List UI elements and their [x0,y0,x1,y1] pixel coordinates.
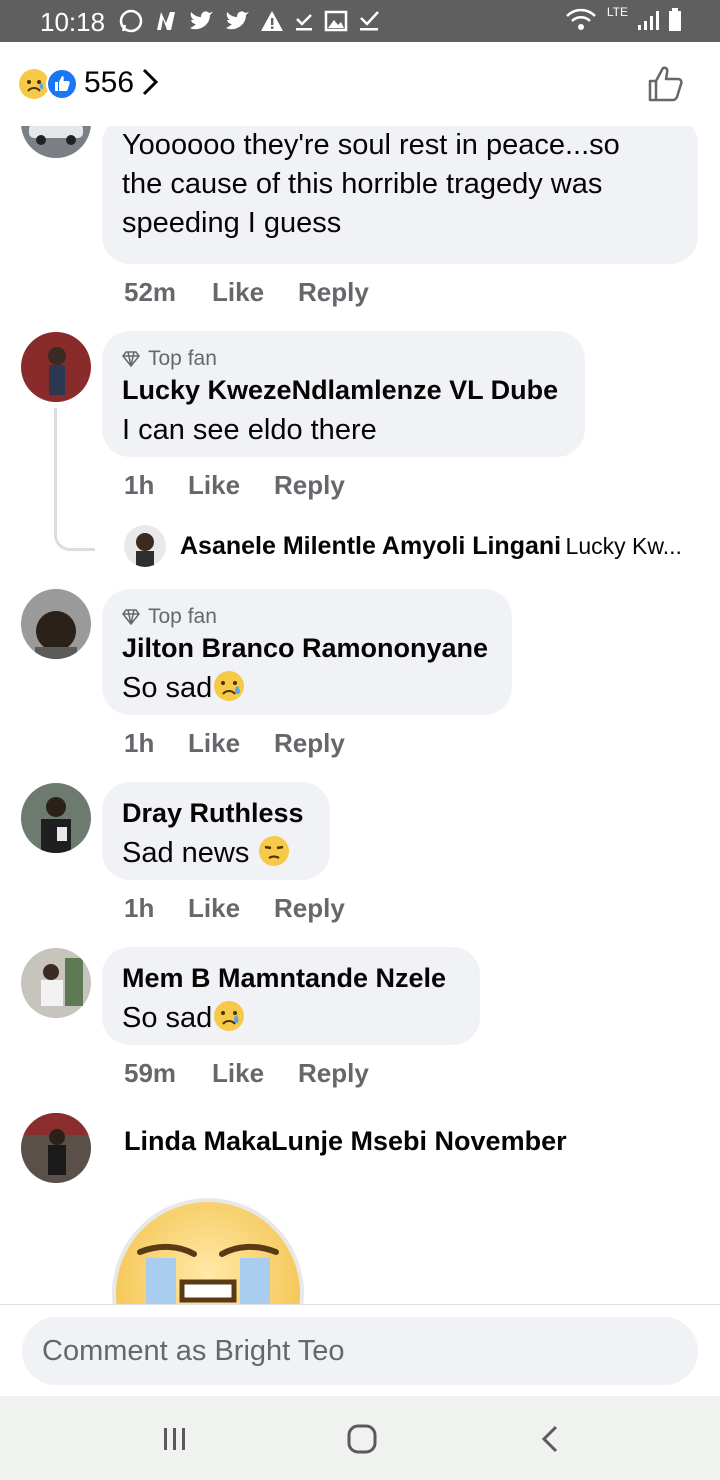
reply-button[interactable]: Reply [298,277,369,308]
avatar[interactable] [21,332,91,402]
network-type: LTE [606,5,628,19]
comment-text-line: speeding I guess [122,207,342,239]
chevron-right-icon[interactable] [140,66,160,98]
comment-time: 52m [124,277,177,307]
diamond-icon [122,351,140,367]
like-icon [46,68,78,100]
reply-button[interactable]: Reply [274,470,345,501]
avatar-image [21,332,91,402]
reply-thread-line [54,408,95,551]
comment-bubble[interactable]: Top fan Lucky KwezeNdlamlenze VL Dube I … [102,331,585,457]
top-fan-badge: Top fan [122,347,217,371]
reply-preview[interactable]: Asanele Milentle Amyoli Lingani Lucky Kw… [180,532,682,561]
whatsapp-icon [119,9,143,33]
like-button[interactable]: Like [188,470,240,501]
reactions-header: 556 [0,42,720,126]
news-icon [157,12,175,30]
avatar[interactable] [21,589,91,659]
like-button[interactable]: Like [212,277,264,308]
avatar[interactable] [21,1113,91,1183]
back-icon[interactable] [540,1424,560,1454]
sad-crying-face-icon [214,1001,245,1031]
like-button[interactable]: Like [212,1058,264,1089]
comment-time: 1h [124,893,155,923]
like-outline-icon[interactable] [646,64,686,104]
wifi-icon [565,8,596,30]
signal-icon [638,11,659,30]
comment-bubble[interactable]: Dray Ruthless Sad news [102,782,330,880]
comment-time: 1h [124,728,155,758]
top-fan-badge: Top fan [122,605,217,629]
twitter-icon [190,11,213,30]
comment-text-line: Yoooooo they're soul rest in peace...so [122,129,620,161]
twitter-icon-2 [226,11,249,30]
comment-text-row: So sad [122,999,246,1038]
comment-time: 1h [124,470,155,500]
download-done-icon [296,14,312,31]
reply-author: Asanele Milentle Amyoli Lingani [180,532,562,560]
reply-button[interactable]: Reply [298,1058,369,1089]
like-button[interactable]: Like [188,728,240,759]
crying-face-icon [214,671,245,701]
crying-face-icon[interactable] [110,1196,306,1304]
avatar-image [21,126,91,158]
avatar[interactable] [21,783,91,853]
reply-snippet: Lucky Kw... [565,533,682,559]
avatar-image [21,589,91,659]
system-icons: LTE [565,5,682,33]
notification-icons [118,8,380,34]
avatar-image [124,525,166,567]
status-bar: 10:18 LTE [0,0,720,42]
badge-label: Top fan [148,347,217,370]
comment-list: Yoooooo they're soul rest in peace...so … [0,126,720,1304]
comment-bubble[interactable]: Yoooooo they're soul rest in peace...so … [102,126,698,264]
avatar-image [21,948,91,1018]
diamond-icon [122,609,140,625]
comment-author[interactable]: Lucky KwezeNdlamlenze VL Dube [122,375,558,406]
status-time: 10:18 [40,7,106,37]
badge-label: Top fan [148,605,217,628]
comment-author[interactable]: Mem B Mamntande Nzele [122,963,446,994]
comment-text-row: So sad [122,669,246,708]
reaction-summary[interactable] [18,68,78,100]
reply-button[interactable]: Reply [274,893,345,924]
avatar-image [21,1113,91,1183]
reply-button[interactable]: Reply [274,728,345,759]
navigation-bar [0,1396,720,1480]
comment-text-row: Sad news [122,834,291,873]
reaction-count[interactable]: 556 [84,66,134,100]
comment-bubble[interactable]: Mem B Mamntande Nzele So sad [102,947,480,1045]
comment-author[interactable]: Linda MakaLunje Msebi November [124,1126,567,1157]
unamused-face-icon [259,836,290,866]
comment-bubble[interactable]: Top fan Jilton Branco Ramononyane So sad [102,589,512,715]
comment-input[interactable]: Comment as Bright Teo [22,1317,698,1385]
comment-text: So sad [122,1002,213,1034]
comment-text: I can see eldo there [122,414,377,446]
comment-time: 59m [124,1058,177,1088]
comment-text: So sad [122,672,213,704]
battery-icon [669,8,681,31]
comment-text: Sad news [122,837,258,869]
recent-apps-icon[interactable] [162,1426,188,1452]
gallery-icon [324,10,348,32]
avatar-image [21,783,91,853]
reply-avatar[interactable] [124,525,166,567]
comment-text-line: the cause of this horrible tragedy was [122,168,603,200]
avatar[interactable] [21,948,91,1018]
comment-author[interactable]: Dray Ruthless [122,798,304,829]
comment-author[interactable]: Jilton Branco Ramononyane [122,633,488,664]
avatar[interactable] [21,126,91,158]
warning-icon [261,11,283,31]
home-icon[interactable] [347,1424,377,1454]
comment-composer: Comment as Bright Teo [0,1304,720,1397]
like-button[interactable]: Like [188,893,240,924]
download-done-icon-2 [360,11,379,31]
